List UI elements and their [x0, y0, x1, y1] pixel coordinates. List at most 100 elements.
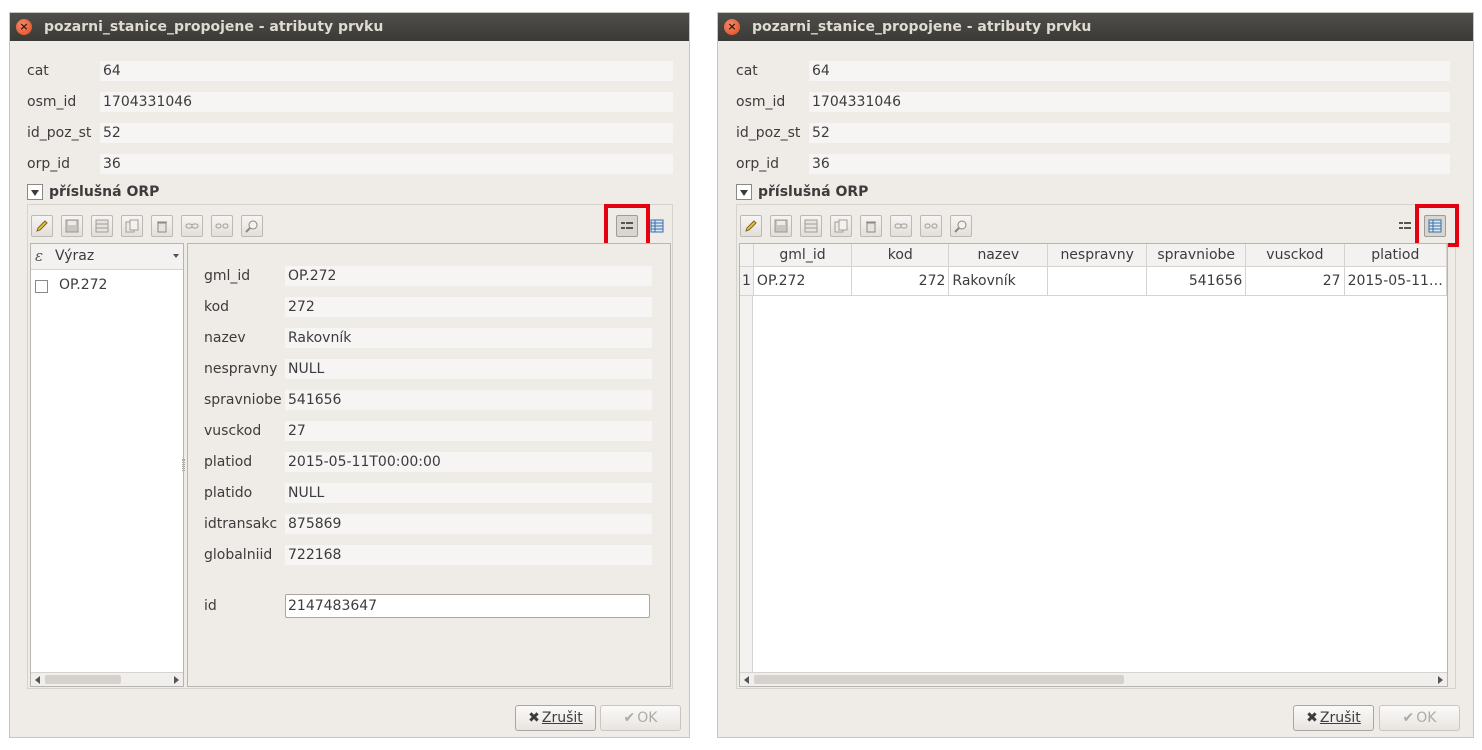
- field-value-id-poz-st[interactable]: 52: [809, 123, 1450, 143]
- form-row: spravniobe 541656: [204, 390, 652, 410]
- table-cell[interactable]: Rakovník: [948, 266, 1049, 296]
- title-bar[interactable]: × pozarni_stanice_propojene - atributy p…: [718, 13, 1473, 41]
- dialog-window-form-view: × pozarni_stanice_propojene - atributy p…: [9, 12, 690, 738]
- form-label: nazev: [204, 330, 246, 346]
- table-cell[interactable]: [1047, 266, 1148, 296]
- table-cell[interactable]: 541656: [1146, 266, 1247, 296]
- column-header[interactable]: gml_id: [753, 244, 853, 267]
- scrollbar-thumb[interactable]: [754, 675, 1124, 684]
- row-header-strip: [740, 296, 753, 674]
- chevron-down-icon[interactable]: [173, 254, 179, 258]
- field-label: orp_id: [27, 156, 70, 172]
- field-label: osm_id: [27, 94, 77, 110]
- form-value[interactable]: 2015-05-11T00:00:00: [285, 452, 652, 472]
- row-number[interactable]: 1: [740, 266, 754, 296]
- table-cell[interactable]: 27: [1245, 266, 1345, 296]
- zoom-feature-icon[interactable]: [241, 215, 263, 237]
- table-cell[interactable]: 2015-05-11…: [1344, 266, 1447, 296]
- cancel-button[interactable]: ✖ Zrušit: [515, 705, 596, 731]
- relation-section-header[interactable]: příslušná ORP: [27, 183, 327, 201]
- form-value[interactable]: NULL: [285, 483, 652, 503]
- corner-cell[interactable]: [740, 244, 754, 267]
- field-value-orp-id[interactable]: 36: [100, 154, 673, 174]
- add-feature-icon[interactable]: [800, 215, 822, 237]
- scrollbar-thumb[interactable]: [45, 675, 121, 684]
- field-label: cat: [27, 63, 49, 79]
- form-value[interactable]: NULL: [285, 359, 652, 379]
- unlink-icon[interactable]: [211, 215, 233, 237]
- field-row-cat: cat 64: [27, 61, 673, 81]
- zoom-feature-icon[interactable]: [950, 215, 972, 237]
- scroll-right-icon[interactable]: [174, 676, 179, 684]
- form-label: platido: [204, 485, 253, 501]
- dialog-window-table-view: × pozarni_stanice_propojene - atributy p…: [717, 12, 1474, 738]
- collapse-arrow-icon[interactable]: [736, 184, 752, 200]
- form-value[interactable]: 541656: [285, 390, 652, 410]
- table-row[interactable]: 1 OP.272 272 Rakovník 541656 27 2015-05-…: [740, 266, 1447, 296]
- add-feature-icon[interactable]: [91, 215, 113, 237]
- form-value[interactable]: 722168: [285, 545, 652, 565]
- field-value-id-poz-st[interactable]: 52: [100, 123, 673, 143]
- relation-section-header[interactable]: příslušná ORP: [736, 183, 1036, 201]
- column-header[interactable]: nespravny: [1047, 244, 1148, 267]
- close-icon[interactable]: ×: [724, 19, 740, 35]
- form-value[interactable]: 875869: [285, 514, 652, 534]
- form-value[interactable]: OP.272: [285, 266, 652, 286]
- list-header[interactable]: ε Výraz: [31, 244, 183, 270]
- form-value[interactable]: 272: [285, 297, 652, 317]
- column-header[interactable]: kod: [851, 244, 950, 267]
- cancel-button[interactable]: ✖ Zrušit: [1293, 705, 1374, 731]
- field-row-orp-id: orp_id 36: [27, 154, 673, 174]
- scroll-right-icon[interactable]: [1438, 676, 1443, 684]
- save-icon[interactable]: [770, 215, 792, 237]
- form-view-icon[interactable]: [1394, 215, 1416, 237]
- title-bar[interactable]: × pozarni_stanice_propojene - atributy p…: [10, 13, 689, 41]
- column-header[interactable]: vusckod: [1245, 244, 1345, 267]
- scroll-left-icon[interactable]: [744, 676, 749, 684]
- delete-icon[interactable]: [860, 215, 882, 237]
- ok-button[interactable]: ✔ OK: [1379, 705, 1460, 731]
- related-feature-form: gml_id OP.272 kod 272 nazev Rakovník nes…: [187, 243, 671, 687]
- column-header[interactable]: spravniobe: [1146, 244, 1247, 267]
- field-value-orp-id[interactable]: 36: [809, 154, 1450, 174]
- collapse-arrow-icon[interactable]: [27, 184, 43, 200]
- link-icon[interactable]: [890, 215, 912, 237]
- form-value[interactable]: Rakovník: [285, 328, 652, 348]
- form-label: idtransakc: [204, 516, 278, 532]
- field-row-orp-id: orp_id 36: [736, 154, 1450, 174]
- splitter-handle[interactable]: [182, 459, 185, 471]
- field-label: cat: [736, 63, 758, 79]
- edit-pencil-icon[interactable]: [31, 215, 53, 237]
- ok-button[interactable]: ✔ OK: [600, 705, 681, 731]
- field-value-osm-id[interactable]: 1704331046: [809, 92, 1450, 112]
- duplicate-icon[interactable]: [830, 215, 852, 237]
- table-cell[interactable]: OP.272: [753, 266, 853, 296]
- save-icon[interactable]: [61, 215, 83, 237]
- link-icon[interactable]: [181, 215, 203, 237]
- scroll-left-icon[interactable]: [35, 676, 40, 684]
- list-item-checkbox[interactable]: [35, 280, 48, 293]
- duplicate-icon[interactable]: [121, 215, 143, 237]
- field-row-id-poz-st: id_poz_st 52: [736, 123, 1450, 143]
- column-header[interactable]: nazev: [948, 244, 1049, 267]
- field-value-cat[interactable]: 64: [809, 61, 1450, 81]
- unlink-icon[interactable]: [920, 215, 942, 237]
- form-value[interactable]: 27: [285, 421, 652, 441]
- column-header[interactable]: platiod: [1344, 244, 1447, 267]
- close-icon[interactable]: ×: [16, 19, 32, 35]
- list-horizontal-scrollbar[interactable]: [31, 672, 183, 686]
- table-cell[interactable]: 272: [851, 266, 950, 296]
- id-input[interactable]: 2147483647: [285, 594, 650, 618]
- attribute-table: gml_id kod nazev nespravny spravniobe vu…: [740, 244, 1447, 296]
- field-row-id-poz-st: id_poz_st 52: [27, 123, 673, 143]
- field-value-cat[interactable]: 64: [100, 61, 673, 81]
- ok-check-icon: ✔: [623, 710, 636, 726]
- table-horizontal-scrollbar[interactable]: [740, 672, 1447, 686]
- relation-section-title: příslušná ORP: [758, 184, 869, 200]
- delete-icon[interactable]: [151, 215, 173, 237]
- list-item[interactable]: OP.272: [35, 277, 175, 295]
- field-value-osm-id[interactable]: 1704331046: [100, 92, 673, 112]
- edit-pencil-icon[interactable]: [740, 215, 762, 237]
- form-label: globalniid: [204, 547, 273, 563]
- feature-list-panel: ε Výraz OP.272: [30, 243, 184, 687]
